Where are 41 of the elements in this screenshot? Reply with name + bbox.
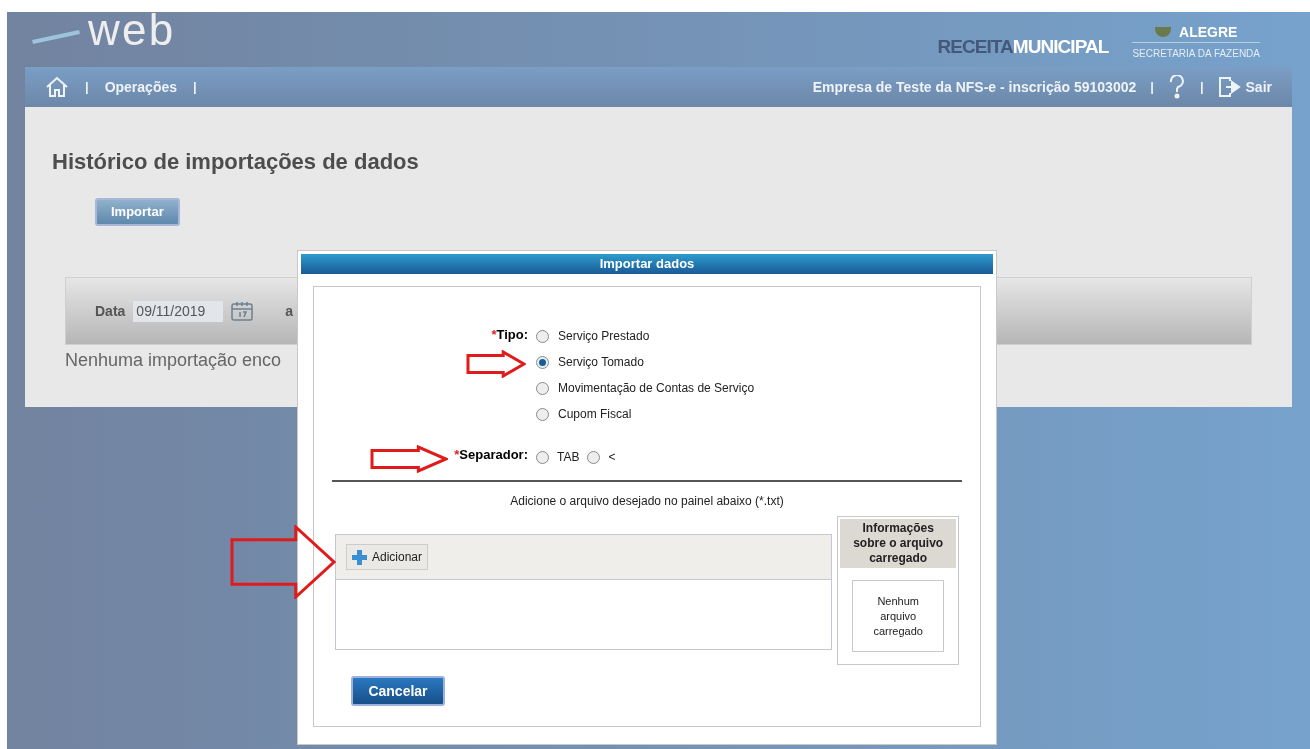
help-icon[interactable]	[1167, 75, 1186, 99]
radio-label: <	[608, 449, 616, 466]
radio-label: Movimentação de Contas de Serviço	[558, 380, 755, 397]
plus-icon	[352, 549, 367, 565]
date-label: Data	[95, 301, 126, 321]
city-name: ALEGRE	[1179, 25, 1238, 39]
radio-label: TAB	[557, 449, 580, 466]
radio-label: Serviço Prestado	[558, 328, 650, 345]
calendar-icon[interactable]	[231, 301, 254, 321]
range-separator: a	[285, 301, 294, 321]
instruction-text: Adicione o arquivo desejado no painel abaixo (*.txt)	[509, 493, 785, 510]
radio-label: Cupom Fiscal	[558, 406, 632, 423]
empty-message: Nenhuma importação enco	[65, 349, 282, 372]
crest-icon	[1155, 27, 1171, 37]
page-title: Histórico de importações de dados	[52, 148, 420, 176]
home-icon[interactable]	[45, 75, 69, 99]
brand-text: RECEITAMUNICIPAL	[937, 34, 1109, 59]
radio-button[interactable]	[536, 407, 549, 421]
radio-button[interactable]	[536, 450, 549, 464]
annotation-arrow	[466, 350, 526, 378]
cancel-button[interactable]: Cancelar	[351, 676, 445, 706]
nav-separator: |	[193, 78, 197, 97]
dialog-title: Importar dados	[599, 255, 695, 274]
company-label: Empresa de Teste da NFS-e - inscrição 59103002	[812, 77, 1137, 97]
nav-separator: |	[1199, 78, 1204, 97]
field-label: *Separador:	[454, 446, 528, 464]
radio-button[interactable]	[536, 329, 549, 343]
logo-text: web	[88, 6, 176, 54]
department-name: SECRETARIA DA FAZENDA	[1132, 42, 1260, 61]
info-title: Informações sobre o arquivo carregado	[840, 519, 956, 568]
date-field[interactable]: 09/11/2019	[133, 300, 224, 322]
field-label: *Tipo:	[491, 326, 528, 344]
radio-button[interactable]	[536, 355, 549, 369]
info-message: Nenhum arquivo carregado	[852, 580, 945, 652]
add-button[interactable]: Adicionar	[346, 544, 429, 570]
nav-separator: |	[1150, 78, 1154, 97]
exit-icon	[1217, 76, 1242, 98]
radio-button[interactable]	[587, 450, 601, 464]
nav-separator: |	[85, 78, 89, 97]
radio-label: Serviço Tomado	[558, 354, 644, 371]
radio-button[interactable]	[536, 381, 549, 395]
